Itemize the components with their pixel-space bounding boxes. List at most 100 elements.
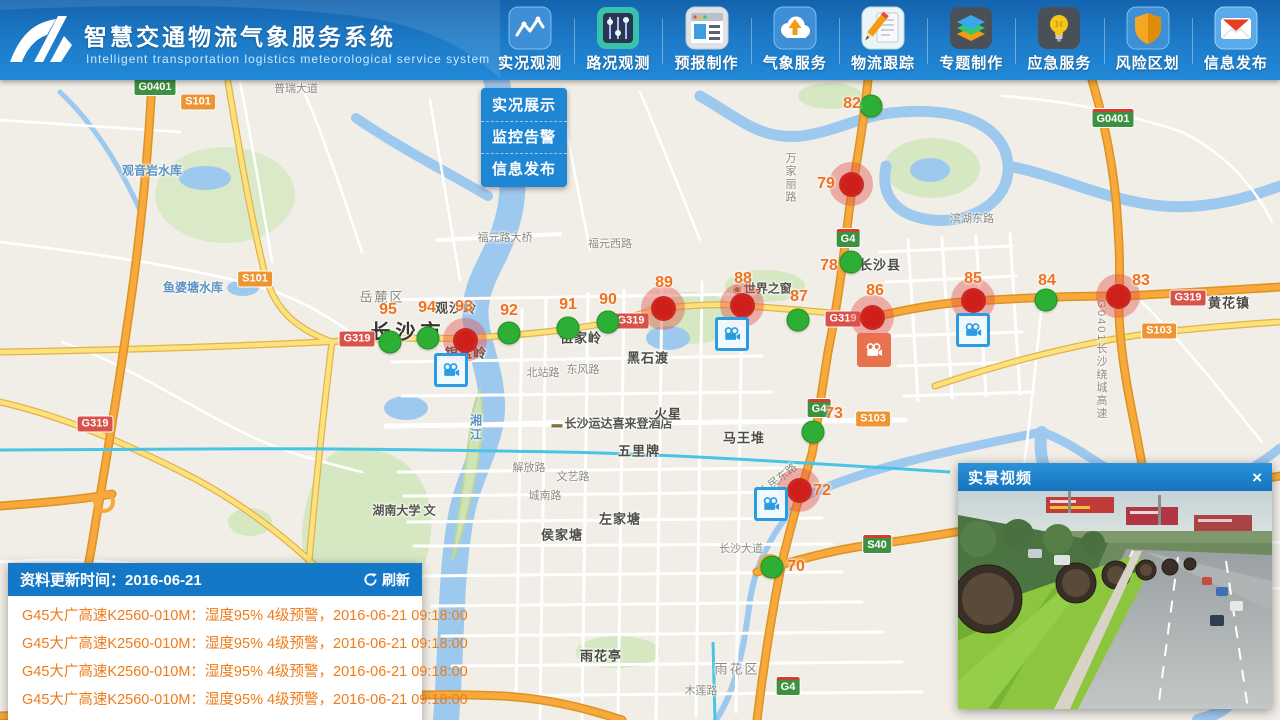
map-marker-79[interactable] xyxy=(829,162,873,206)
sliders-icon xyxy=(596,6,640,50)
map-marker-82[interactable] xyxy=(860,95,883,118)
road-shield-g0401: G0401 xyxy=(1091,108,1134,128)
road-shield-g319: G319 xyxy=(1170,290,1207,307)
map-marker-83[interactable] xyxy=(1096,274,1140,318)
nav-item-emergency-service[interactable]: 应急服务 xyxy=(1015,0,1103,80)
map-marker-84[interactable] xyxy=(1035,289,1058,312)
map-marker-78[interactable] xyxy=(840,251,863,274)
road-shield-s101: S101 xyxy=(180,94,216,111)
alert-row[interactable]: G45大广高速K2560-010M：湿度95% 4级预警，2016-06-21 … xyxy=(8,602,422,630)
mail-icon xyxy=(1214,6,1258,50)
line-chart-icon xyxy=(508,6,552,50)
app-window: 长沙市长沙县岳麓区雨花区观音岩水库鱼婆塘水库湘江◉世界之窗▬长沙运达喜来登酒店湖… xyxy=(0,0,1280,720)
alert-panel-header: 资料更新时间：2016-06-21 刷新 xyxy=(8,563,422,596)
nav-label: 信息发布 xyxy=(1204,52,1268,73)
map-marker-92[interactable] xyxy=(498,322,521,345)
close-icon[interactable]: × xyxy=(1252,469,1262,486)
alert-marker-core xyxy=(1106,284,1131,309)
browser-icon xyxy=(685,6,729,50)
road-shield-s103: S103 xyxy=(1141,323,1177,340)
camera-icon[interactable] xyxy=(715,317,749,351)
normal-marker-dot xyxy=(1035,289,1058,312)
nav-item-topic-making[interactable]: 专题制作 xyxy=(927,0,1015,80)
nav-item-forecast-making[interactable]: 预报制作 xyxy=(662,0,750,80)
map-marker-95[interactable] xyxy=(379,331,402,354)
shield-icon xyxy=(1126,6,1170,50)
video-panel-title: 实景视频 xyxy=(968,467,1252,488)
map-marker-91[interactable] xyxy=(557,317,580,340)
app-header: 智慧交通物流气象服务系统 Intelligent transportation … xyxy=(0,0,1280,80)
alert-marker-core xyxy=(839,172,864,197)
submenu-item-monitor-alarm[interactable]: 监控告警 xyxy=(481,122,567,154)
normal-marker-dot xyxy=(761,556,784,579)
road-shield-s40: S40 xyxy=(862,534,892,554)
alert-marker-halo xyxy=(829,162,873,206)
alert-marker-core xyxy=(651,296,676,321)
nav-item-risk-zoning[interactable]: 风险区划 xyxy=(1104,0,1192,80)
map-marker-90[interactable] xyxy=(597,311,620,334)
map-marker-73[interactable] xyxy=(802,421,825,444)
nav-item-road-observation[interactable]: 路况观测 xyxy=(574,0,662,80)
alert-row[interactable]: G45大广高速K2560-010M：湿度95% 4级预警，2016-06-21 … xyxy=(8,630,422,658)
alert-marker-core xyxy=(961,288,986,313)
alert-row[interactable]: G45大广高速K2560-010M：湿度95% 4级预警，2016-06-21 … xyxy=(8,658,422,686)
live-video-frame xyxy=(958,491,1272,709)
layers-icon xyxy=(949,6,993,50)
update-time-label: 资料更新时间：2016-06-21 xyxy=(20,569,363,590)
bulb-icon xyxy=(1037,6,1081,50)
video-camera-glyph xyxy=(442,363,460,377)
normal-marker-dot xyxy=(498,322,521,345)
main-nav: 实况观测 路况观测 xyxy=(486,0,1280,80)
nav-label: 物流跟踪 xyxy=(851,52,915,73)
video-camera-glyph xyxy=(865,343,883,357)
video-camera-glyph xyxy=(723,327,741,341)
alert-panel: 资料更新时间：2016-06-21 刷新 G45大广高速K2560-010M：湿… xyxy=(8,563,422,720)
map-marker-70[interactable] xyxy=(761,556,784,579)
normal-marker-dot xyxy=(860,95,883,118)
camera-icon[interactable] xyxy=(434,353,468,387)
video-camera-glyph xyxy=(964,323,982,337)
highway-video-still xyxy=(958,491,1272,709)
alert-row[interactable]: G45大广高速K2560-010M：湿度95% 4级预警，2016-06-21 … xyxy=(8,686,422,714)
refresh-button[interactable]: 刷新 xyxy=(363,570,410,590)
nav-label: 预报制作 xyxy=(675,52,739,73)
video-panel-header: 实景视频 × xyxy=(958,463,1272,491)
road-shield-g4: G4 xyxy=(807,398,832,418)
refresh-icon xyxy=(363,572,378,587)
road-shield-g319: G319 xyxy=(77,416,114,433)
alert-marker-halo xyxy=(641,286,685,330)
alert-list: G45大广高速K2560-010M：湿度95% 4级预警，2016-06-21 … xyxy=(8,596,422,720)
nav-label: 专题制作 xyxy=(939,52,1003,73)
normal-marker-dot xyxy=(379,331,402,354)
nav-label: 风险区划 xyxy=(1116,52,1180,73)
normal-marker-dot xyxy=(840,251,863,274)
submenu-item-live-display[interactable]: 实况展示 xyxy=(481,90,567,122)
map-marker-87[interactable] xyxy=(787,309,810,332)
nav-label: 路况观测 xyxy=(586,52,650,73)
road-shield-s101: S101 xyxy=(237,271,273,288)
road-shield-g319: G319 xyxy=(339,331,376,348)
live-video-panel: 实景视频 × xyxy=(958,463,1272,709)
nav-item-logistics-tracking[interactable]: 物流跟踪 xyxy=(839,0,927,80)
nav-label: 气象服务 xyxy=(763,52,827,73)
normal-marker-dot xyxy=(597,311,620,334)
realtime-submenu: 实况展示 监控告警 信息发布 xyxy=(481,88,567,187)
camera-icon[interactable] xyxy=(857,333,891,367)
update-date: 2016-06-21 xyxy=(125,572,202,589)
nav-item-info-release[interactable]: 信息发布 xyxy=(1192,0,1280,80)
camera-icon[interactable] xyxy=(754,487,788,521)
nav-item-weather-service[interactable]: 气象服务 xyxy=(751,0,839,80)
normal-marker-dot xyxy=(787,309,810,332)
nav-item-realtime-observation[interactable]: 实况观测 xyxy=(486,0,574,80)
submenu-item-info-release[interactable]: 信息发布 xyxy=(481,154,567,185)
map-marker-94[interactable] xyxy=(417,327,440,350)
refresh-label: 刷新 xyxy=(382,570,410,590)
map-marker-89[interactable] xyxy=(641,286,685,330)
road-shield-g4: G4 xyxy=(776,676,801,696)
app-logo-icon xyxy=(6,8,78,72)
normal-marker-dot xyxy=(417,327,440,350)
camera-icon[interactable] xyxy=(956,313,990,347)
video-camera-glyph xyxy=(762,497,780,511)
nav-label: 实况观测 xyxy=(498,52,562,73)
alert-marker-halo xyxy=(1096,274,1140,318)
